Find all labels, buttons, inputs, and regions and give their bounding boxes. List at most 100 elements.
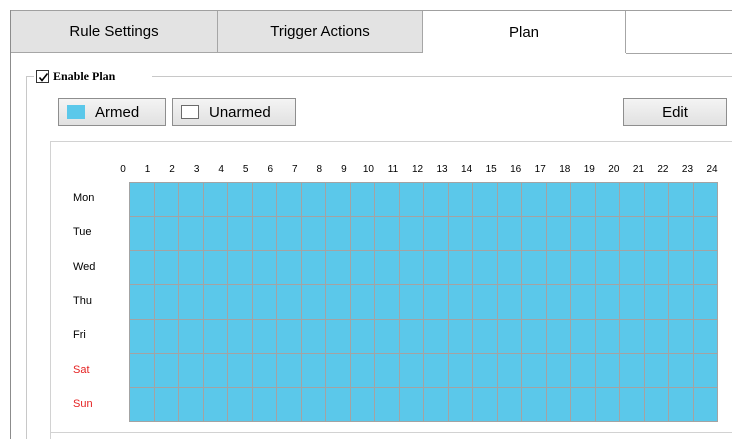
schedule-cell[interactable]: [350, 217, 375, 252]
schedule-cell[interactable]: [277, 353, 302, 388]
schedule-cell[interactable]: [448, 251, 473, 286]
schedule-cell[interactable]: [179, 183, 204, 218]
schedule-cell[interactable]: [644, 217, 669, 252]
schedule-cell[interactable]: [424, 183, 449, 218]
schedule-cell[interactable]: [522, 285, 547, 320]
schedule-cell[interactable]: [644, 319, 669, 354]
schedule-cell[interactable]: [473, 285, 498, 320]
schedule-cell[interactable]: [497, 285, 522, 320]
schedule-cell[interactable]: [154, 217, 179, 252]
schedule-cell[interactable]: [301, 217, 326, 252]
schedule-cell[interactable]: [326, 387, 351, 422]
schedule-cell[interactable]: [571, 183, 596, 218]
schedule-cell[interactable]: [228, 183, 253, 218]
schedule-cell[interactable]: [130, 387, 155, 422]
schedule-cell[interactable]: [497, 319, 522, 354]
schedule-cell[interactable]: [399, 285, 424, 320]
schedule-cell[interactable]: [301, 251, 326, 286]
schedule-cell[interactable]: [571, 319, 596, 354]
schedule-cell[interactable]: [497, 353, 522, 388]
unarmed-button[interactable]: Unarmed: [172, 98, 296, 126]
schedule-cell[interactable]: [669, 285, 694, 320]
schedule-cell[interactable]: [669, 353, 694, 388]
schedule-cell[interactable]: [350, 319, 375, 354]
schedule-cell[interactable]: [154, 319, 179, 354]
schedule-cell[interactable]: [130, 183, 155, 218]
schedule-cell[interactable]: [277, 183, 302, 218]
schedule-cell[interactable]: [326, 353, 351, 388]
schedule-cell[interactable]: [375, 183, 400, 218]
schedule-cell[interactable]: [644, 387, 669, 422]
schedule-cell[interactable]: [546, 319, 571, 354]
schedule-cell[interactable]: [693, 285, 718, 320]
schedule-cell[interactable]: [571, 387, 596, 422]
schedule-cell[interactable]: [571, 285, 596, 320]
schedule-cell[interactable]: [522, 319, 547, 354]
schedule-cell[interactable]: [546, 285, 571, 320]
schedule-cell[interactable]: [473, 183, 498, 218]
schedule-cell[interactable]: [448, 353, 473, 388]
schedule-cell[interactable]: [252, 217, 277, 252]
schedule-cell[interactable]: [620, 251, 645, 286]
schedule-cell[interactable]: [301, 285, 326, 320]
schedule-cell[interactable]: [497, 183, 522, 218]
schedule-cell[interactable]: [375, 319, 400, 354]
schedule-cell[interactable]: [252, 285, 277, 320]
schedule-cell[interactable]: [522, 353, 547, 388]
schedule-cell[interactable]: [179, 285, 204, 320]
schedule-cell[interactable]: [228, 251, 253, 286]
schedule-cell[interactable]: [203, 183, 228, 218]
schedule-cell[interactable]: [546, 353, 571, 388]
schedule-cell[interactable]: [277, 285, 302, 320]
schedule-cell[interactable]: [350, 285, 375, 320]
schedule-cell[interactable]: [252, 353, 277, 388]
schedule-cell[interactable]: [620, 353, 645, 388]
schedule-cell[interactable]: [497, 251, 522, 286]
schedule-cell[interactable]: [203, 319, 228, 354]
schedule-cell[interactable]: [179, 319, 204, 354]
enable-plan-checkbox[interactable]: [36, 69, 49, 83]
schedule-cell[interactable]: [350, 251, 375, 286]
schedule-cell[interactable]: [375, 217, 400, 252]
tab-trigger-actions[interactable]: Trigger Actions: [218, 11, 423, 53]
schedule-cell[interactable]: [522, 217, 547, 252]
schedule-cell[interactable]: [595, 319, 620, 354]
schedule-cell[interactable]: [277, 319, 302, 354]
schedule-cell[interactable]: [448, 319, 473, 354]
schedule-cell[interactable]: [277, 217, 302, 252]
schedule-cell[interactable]: [546, 387, 571, 422]
schedule-cell[interactable]: [399, 183, 424, 218]
schedule-cell[interactable]: [497, 387, 522, 422]
schedule-cell[interactable]: [497, 217, 522, 252]
schedule-cell[interactable]: [473, 387, 498, 422]
schedule-cell[interactable]: [130, 319, 155, 354]
schedule-cell[interactable]: [595, 387, 620, 422]
schedule-cell[interactable]: [448, 387, 473, 422]
schedule-cell[interactable]: [693, 217, 718, 252]
schedule-cell[interactable]: [669, 217, 694, 252]
schedule-cell[interactable]: [203, 217, 228, 252]
schedule-cell[interactable]: [693, 251, 718, 286]
schedule-cell[interactable]: [228, 217, 253, 252]
schedule-cell[interactable]: [620, 285, 645, 320]
schedule-cell[interactable]: [399, 251, 424, 286]
schedule-cell[interactable]: [252, 183, 277, 218]
schedule-cell[interactable]: [179, 387, 204, 422]
schedule-cell[interactable]: [326, 183, 351, 218]
schedule-cell[interactable]: [644, 183, 669, 218]
schedule-cell[interactable]: [277, 387, 302, 422]
schedule-cell[interactable]: [375, 251, 400, 286]
schedule-cell[interactable]: [571, 251, 596, 286]
schedule-cell[interactable]: [595, 251, 620, 286]
schedule-cell[interactable]: [546, 217, 571, 252]
schedule-cell[interactable]: [350, 387, 375, 422]
schedule-cell[interactable]: [326, 319, 351, 354]
tab-rule-settings[interactable]: Rule Settings: [11, 11, 218, 53]
schedule-cell[interactable]: [399, 353, 424, 388]
schedule-cell[interactable]: [203, 387, 228, 422]
schedule-cell[interactable]: [595, 285, 620, 320]
schedule-cell[interactable]: [130, 285, 155, 320]
schedule-cell[interactable]: [301, 183, 326, 218]
schedule-cell[interactable]: [595, 183, 620, 218]
schedule-cell[interactable]: [644, 285, 669, 320]
